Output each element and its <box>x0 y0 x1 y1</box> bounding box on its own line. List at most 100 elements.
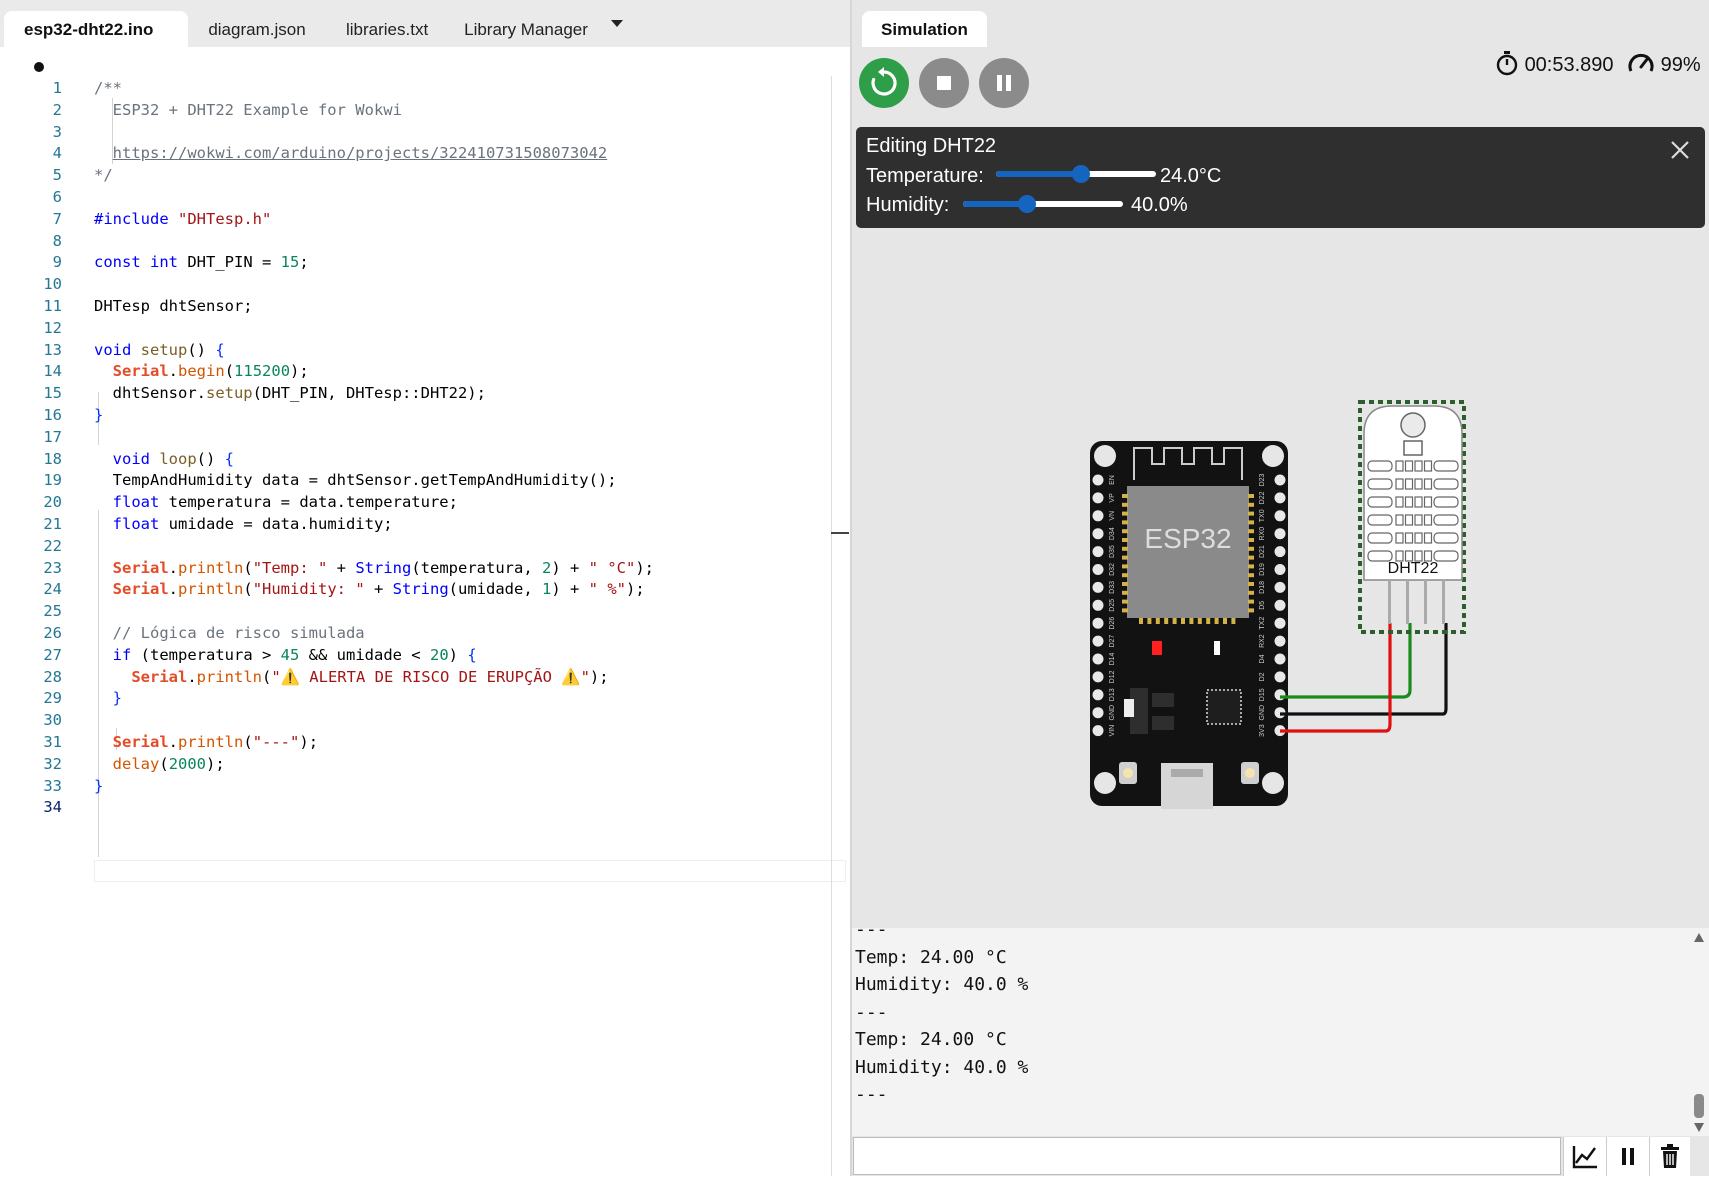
tab-libraries-txt[interactable]: libraries.txt <box>326 11 444 47</box>
restart-simulation-button[interactable] <box>859 58 909 108</box>
module-pin <box>1122 590 1128 595</box>
code-text[interactable]: delay(2000); <box>94 752 225 776</box>
code-text[interactable]: */ <box>94 163 113 187</box>
temperature-slider-thumb[interactable] <box>1071 165 1090 183</box>
code-text[interactable]: TempAndHumidity data = dhtSensor.getTemp… <box>94 468 617 492</box>
code-text[interactable]: DHTesp dhtSensor; <box>94 294 253 318</box>
module-pin <box>1122 529 1128 534</box>
header-pin[interactable] <box>1092 528 1104 540</box>
temperature-slider-fill <box>996 171 1081 177</box>
pin-label: VIN <box>1109 725 1116 737</box>
code-text[interactable]: ESP32 + DHT22 Example for Wokwi <box>94 98 402 122</box>
header-pin[interactable] <box>1092 546 1104 558</box>
header-pin[interactable] <box>1092 510 1104 522</box>
code-text[interactable]: Serial.begin(115200); <box>94 359 309 383</box>
header-pin[interactable] <box>1274 581 1286 593</box>
humidity-slider-thumb[interactable] <box>1018 195 1036 213</box>
header-pin[interactable] <box>1092 635 1104 647</box>
header-pin[interactable] <box>1274 689 1286 701</box>
esp32-label: ESP32 <box>1144 523 1231 554</box>
temperature-slider[interactable] <box>996 165 1156 183</box>
header-pin[interactable] <box>1092 599 1104 611</box>
module-pin <box>1248 573 1254 578</box>
line-number: 19 <box>43 471 62 490</box>
boot-button-cap <box>1123 768 1133 778</box>
code-text[interactable]: } <box>94 686 122 710</box>
serial-line: --- <box>855 928 888 940</box>
sensor-pin <box>1442 580 1445 624</box>
header-pin[interactable] <box>1092 617 1104 629</box>
code-text[interactable]: // Lógica de risco simulada <box>94 621 365 645</box>
clear-serial-button[interactable] <box>1649 1137 1690 1176</box>
serial-scrollbar[interactable] <box>1691 928 1707 1136</box>
header-pin[interactable] <box>1092 725 1104 737</box>
header-pin[interactable] <box>1092 671 1104 683</box>
pause-simulation-button[interactable] <box>979 58 1029 108</box>
code-text[interactable]: /** <box>94 76 122 100</box>
module-pin <box>1122 494 1128 498</box>
header-pin[interactable] <box>1274 492 1286 504</box>
dht22-sensor[interactable]: DHT22 <box>1358 400 1466 634</box>
code-text[interactable]: void loop() { <box>94 447 234 471</box>
wires[interactable] <box>1280 623 1448 733</box>
plotter-button[interactable] <box>1563 1137 1606 1176</box>
pause-serial-button[interactable] <box>1606 1137 1649 1176</box>
code-text[interactable]: const int DHT_PIN = 15; <box>94 250 309 274</box>
code-text[interactable]: } <box>94 774 103 798</box>
code-text[interactable]: dhtSensor.setup(DHT_PIN, DHTesp::DHT22); <box>94 381 486 405</box>
pin-label: D33 <box>1109 581 1116 594</box>
code-text[interactable]: https://wokwi.com/arduino/projects/32241… <box>94 141 608 165</box>
header-pin[interactable] <box>1092 474 1104 486</box>
serial-monitor[interactable]: --- Temp: 24.00 °C Humidity: 40.0 % --- Temp… <box>852 928 1709 1136</box>
header-pin[interactable] <box>1274 671 1286 683</box>
header-pin[interactable] <box>1274 653 1286 665</box>
line-number: 25 <box>43 602 62 621</box>
circuit-canvas[interactable]: ESP32 EN D23 VP D22 VN TX0 D34 RX0 D35 D21 D32 D19 D… <box>852 228 1709 928</box>
code-text[interactable]: Serial.println("Temp: " + String(tempera… <box>94 556 654 580</box>
tab-esp32-dht22-ino[interactable]: esp32-dht22.ino <box>4 11 188 72</box>
esp32-board[interactable]: ESP32 EN D23 VP D22 VN TX0 D34 RX0 D35 D21 D32 D19 D… <box>1090 441 1288 809</box>
tabs-dropdown-icon[interactable] <box>611 20 623 27</box>
code-text[interactable]: Serial.println("Humidity: " + String(umi… <box>94 577 645 601</box>
tab-simulation[interactable]: Simulation <box>862 11 987 47</box>
header-pin[interactable] <box>1274 546 1286 558</box>
reset-button-cap <box>1245 768 1255 778</box>
code-text[interactable]: Serial.println("⚠️ ALERTA DE RISCO DE ER… <box>94 665 608 689</box>
header-pin[interactable] <box>1092 492 1104 504</box>
tab-library-manager[interactable]: Library Manager <box>444 11 608 47</box>
code-text[interactable]: } <box>94 403 103 427</box>
code-text[interactable]: float temperatura = data.temperature; <box>94 490 458 514</box>
gnd-wire[interactable] <box>1280 623 1448 716</box>
header-pin[interactable] <box>1092 689 1104 701</box>
module-pin <box>1248 529 1254 534</box>
header-pin[interactable] <box>1092 653 1104 665</box>
scroll-up-icon[interactable] <box>1694 933 1704 942</box>
pin-label: VN <box>1109 511 1116 521</box>
humidity-slider[interactable] <box>963 195 1123 213</box>
serial-input[interactable] <box>853 1137 1561 1175</box>
header-pin[interactable] <box>1092 564 1104 575</box>
header-pin[interactable] <box>1092 581 1104 593</box>
header-pin[interactable] <box>1274 635 1286 647</box>
code-text[interactable]: void setup() { <box>94 338 225 362</box>
header-pin[interactable] <box>1274 599 1286 611</box>
code-text[interactable]: Serial.println("---"); <box>94 730 318 754</box>
module-pin <box>1122 555 1128 560</box>
header-pin[interactable] <box>1274 510 1286 522</box>
tab-diagram-json[interactable]: diagram.json <box>188 11 326 47</box>
code-text[interactable]: #include "DHTesp.h" <box>94 207 271 231</box>
code-text[interactable]: float umidade = data.humidity; <box>94 512 393 536</box>
module-pin <box>1248 520 1254 525</box>
header-pin[interactable] <box>1092 707 1104 719</box>
header-pin[interactable] <box>1274 528 1286 540</box>
scroll-down-icon[interactable] <box>1694 1123 1704 1132</box>
header-pin[interactable] <box>1274 564 1286 575</box>
editor-scrollbar[interactable] <box>831 76 832 1176</box>
module-pin <box>1248 502 1254 507</box>
header-pin[interactable] <box>1274 617 1286 629</box>
header-pin[interactable] <box>1274 474 1286 486</box>
stop-simulation-button[interactable] <box>919 58 969 108</box>
code-text[interactable]: if (temperatura > 45 && umidade < 20) { <box>94 643 477 667</box>
scroll-thumb[interactable] <box>1694 1094 1704 1118</box>
close-icon[interactable] <box>1669 139 1691 161</box>
